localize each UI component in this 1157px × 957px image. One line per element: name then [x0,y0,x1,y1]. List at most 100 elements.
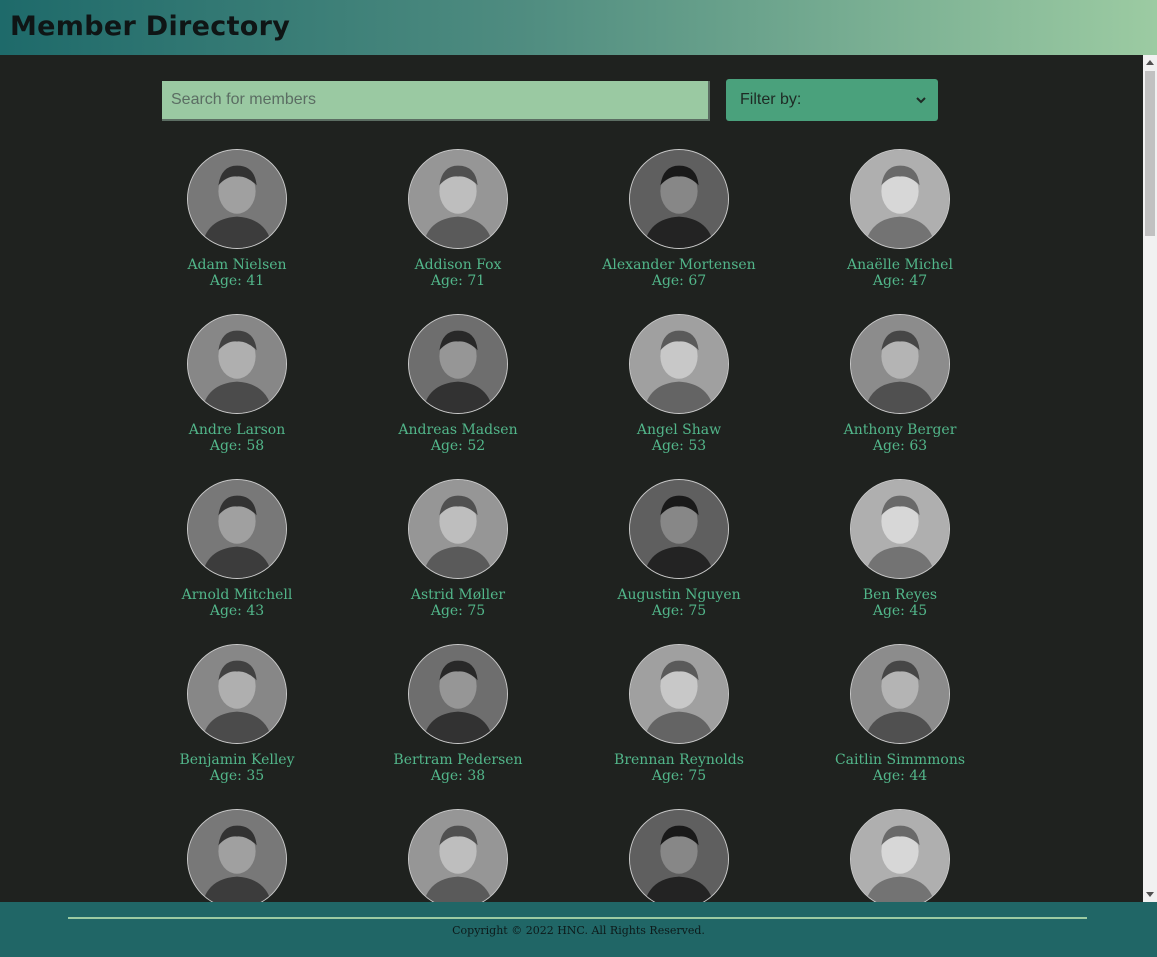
member-age: Age: 58 [209,438,265,454]
member-name: Augustin Nguyen [617,587,741,603]
member-card[interactable]: Bertram Pedersen Age: 38 [358,644,558,784]
member-card[interactable]: Adam Nielsen Age: 41 [137,149,337,289]
member-card[interactable]: Andre Larson Age: 58 [137,314,337,454]
member-name: Anaëlle Michel [847,257,953,273]
person-silhouette-icon [188,810,286,902]
member-name: Brennan Reynolds [614,752,744,768]
member-name: Angel Shaw [636,422,722,438]
member-name: Bertram Pedersen [393,752,523,768]
member-avatar[interactable] [408,149,508,249]
member-name: Addison Fox [414,257,502,273]
member-card[interactable]: Angel Shaw Age: 53 [579,314,779,454]
page-title: Member Directory [10,11,291,42]
member-name: Anthony Berger [843,422,957,438]
copyright-text: Copyright © 2022 HNC. All Rights Reserve… [452,924,705,937]
member-card[interactable] [358,809,558,902]
member-age: Age: 43 [209,603,265,619]
member-avatar[interactable] [408,644,508,744]
person-silhouette-icon [188,480,286,578]
person-silhouette-icon [188,315,286,413]
member-avatar[interactable] [850,314,950,414]
member-card[interactable]: Ben Reyes Age: 45 [800,479,1000,619]
member-card[interactable]: Anthony Berger Age: 63 [800,314,1000,454]
member-card[interactable]: Andreas Madsen Age: 52 [358,314,558,454]
member-age: Age: 63 [872,438,928,454]
search-input[interactable] [162,81,710,121]
member-card[interactable]: Benjamin Kelley Age: 35 [137,644,337,784]
member-avatar[interactable] [850,809,950,902]
member-age: Age: 75 [430,603,486,619]
member-card[interactable] [137,809,337,902]
member-age: Age: 41 [209,273,265,289]
chevron-down-icon [916,97,926,104]
person-silhouette-icon [409,480,507,578]
person-silhouette-icon [851,810,949,902]
member-card[interactable]: Arnold Mitchell Age: 43 [137,479,337,619]
member-age: Age: 75 [651,603,707,619]
person-silhouette-icon [851,315,949,413]
member-name: Benjamin Kelley [179,752,295,768]
scroll-up-arrow-icon[interactable] [1146,60,1154,65]
person-silhouette-icon [851,150,949,248]
person-silhouette-icon [409,810,507,902]
member-avatar[interactable] [850,149,950,249]
member-avatar[interactable] [187,149,287,249]
person-silhouette-icon [409,150,507,248]
person-silhouette-icon [409,315,507,413]
member-age: Age: 35 [209,768,265,784]
person-silhouette-icon [188,150,286,248]
member-grid: Adam Nielsen Age: 41 Addison Fox Age: 71 Ale… [0,55,1143,902]
member-avatar[interactable] [408,809,508,902]
person-silhouette-icon [409,645,507,743]
member-name: Caitlin Simmmons [834,752,966,768]
member-card[interactable]: Augustin Nguyen Age: 75 [579,479,779,619]
member-card[interactable] [800,809,1000,902]
member-name: Andreas Madsen [398,422,518,438]
person-silhouette-icon [188,645,286,743]
member-avatar[interactable] [629,644,729,744]
member-card[interactable]: Astrid Møller Age: 75 [358,479,558,619]
member-age: Age: 44 [872,768,928,784]
person-silhouette-icon [630,480,728,578]
member-avatar[interactable] [850,479,950,579]
member-name: Andre Larson [188,422,286,438]
member-avatar[interactable] [629,149,729,249]
member-name: Astrid Møller [410,587,506,603]
person-silhouette-icon [630,150,728,248]
member-name: Alexander Mortensen [602,257,756,273]
page-header: Member Directory [0,0,1157,55]
member-name: Arnold Mitchell [181,587,293,603]
filter-select[interactable]: Filter by: [726,79,938,121]
member-age: Age: 47 [872,273,928,289]
member-avatar[interactable] [629,479,729,579]
footer-divider [68,917,1087,919]
page-footer: Copyright © 2022 HNC. All Rights Reserve… [0,902,1157,957]
member-avatar[interactable] [187,809,287,902]
member-age: Age: 52 [430,438,486,454]
scroll-down-arrow-icon[interactable] [1146,892,1154,897]
scrollbar[interactable] [1143,55,1157,902]
member-age: Age: 75 [651,768,707,784]
member-avatar[interactable] [629,314,729,414]
member-card[interactable]: Alexander Mortensen Age: 67 [579,149,779,289]
person-silhouette-icon [630,810,728,902]
member-avatar[interactable] [629,809,729,902]
member-avatar[interactable] [187,314,287,414]
member-avatar[interactable] [850,644,950,744]
member-card[interactable]: Addison Fox Age: 71 [358,149,558,289]
member-avatar[interactable] [408,479,508,579]
person-silhouette-icon [851,645,949,743]
member-card[interactable]: Brennan Reynolds Age: 75 [579,644,779,784]
scrollbar-thumb[interactable] [1145,71,1155,236]
member-age: Age: 67 [651,273,707,289]
member-card[interactable]: Caitlin Simmmons Age: 44 [800,644,1000,784]
member-age: Age: 38 [430,768,486,784]
member-card[interactable] [579,809,779,902]
member-avatar[interactable] [408,314,508,414]
member-card[interactable]: Anaëlle Michel Age: 47 [800,149,1000,289]
member-age: Age: 53 [651,438,707,454]
member-avatar[interactable] [187,479,287,579]
member-age: Age: 45 [872,603,928,619]
member-age: Age: 71 [430,273,486,289]
member-avatar[interactable] [187,644,287,744]
